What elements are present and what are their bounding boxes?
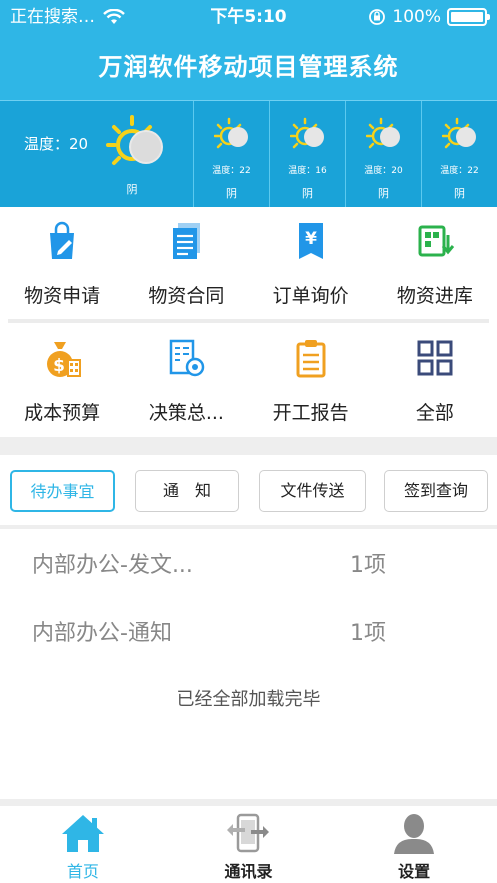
task-list: 内部办公-发文... 1项 内部办公-通知 1项 已经全部加载完毕 — [0, 529, 497, 799]
list-item[interactable]: 内部办公-发文... 1项 — [0, 529, 497, 595]
list-item[interactable]: 内部办公-通知 1项 — [0, 597, 497, 663]
nav-contacts[interactable]: 通讯录 — [166, 806, 332, 883]
feature-item[interactable]: 开工报告 — [249, 324, 373, 436]
feature-item[interactable]: 物资合同 — [124, 207, 248, 319]
clipboard-icon — [296, 340, 326, 378]
nav-home[interactable]: 首页 — [0, 806, 166, 883]
sun-cloud-icon — [290, 117, 324, 149]
forecast-condition: 阴 — [302, 187, 313, 200]
nav-settings-label: 设置 — [398, 862, 431, 881]
feature-row-2: $ 成本预算 决策总... 开工报告 全部 — [0, 324, 497, 436]
app-screen: 正在搜索… 下午5:10 100% 万润软件移动项目管理系统 温度：20 阴 温… — [0, 0, 497, 883]
current-temperature: 温度：20 — [24, 135, 89, 153]
forecast-temperature: 温度：20 — [364, 166, 403, 176]
tab-file-transfer[interactable]: 文件传送 — [259, 470, 366, 512]
sun-cloud-icon — [366, 117, 400, 149]
svg-text:$: $ — [53, 356, 65, 376]
feature-label: 物资合同 — [148, 285, 225, 307]
document-icon — [173, 223, 201, 259]
decision-doc-icon — [170, 339, 205, 377]
bottom-nav: 首页 通讯录 设置 — [0, 806, 497, 883]
task-tabs: 待办事宜通 知文件传送 签到查询 — [0, 455, 497, 525]
sun-cloud-icon — [442, 117, 476, 149]
feature-label: 物资进库 — [396, 285, 473, 307]
storage-icon — [418, 225, 455, 257]
forecast-condition: 阴 — [226, 187, 237, 200]
battery-percent: 100% — [392, 7, 441, 27]
shopping-bag-icon — [50, 221, 75, 259]
list-item-count: 1项 — [350, 553, 386, 578]
feature-item[interactable]: 物资申请 — [0, 207, 124, 319]
tab-todo[interactable]: 待办事宜 — [10, 470, 115, 512]
tab-checkin-query[interactable]: 签到查询 — [384, 470, 488, 512]
feature-grid: 物资申请 物资合同 ¥ 订单询价 物资进库 $ 成本预算 决策总... 开工报告 全部 — [0, 207, 497, 437]
weather-forecast-cell: 温度：20 阴 — [345, 101, 421, 208]
svg-text:¥: ¥ — [305, 229, 317, 249]
list-item-name: 内部办公-通知 — [32, 621, 172, 646]
money-bag-icon: $ — [47, 342, 82, 377]
forecast-condition: 阴 — [378, 187, 389, 200]
feature-label: 成本预算 — [24, 402, 101, 424]
tab-notice[interactable]: 通 知 — [135, 470, 239, 512]
phone-transfer-icon — [227, 813, 270, 853]
forecast-temperature: 温度：16 — [288, 166, 327, 176]
sun-cloud-icon — [106, 115, 163, 165]
feature-item[interactable]: $ 成本预算 — [0, 324, 124, 436]
battery-icon — [447, 8, 490, 26]
weather-current: 温度：20 阴 — [0, 101, 193, 208]
home-icon — [61, 815, 104, 852]
feature-label: 开工报告 — [272, 402, 349, 424]
nav-contacts-label: 通讯录 — [224, 862, 273, 881]
list-item-count: 1项 — [350, 621, 386, 646]
weather-panel: 温度：20 阴 温度：22 阴 温度：16 阴 温度：20 阴 温度：22 阴 — [0, 100, 497, 208]
section-gap — [0, 437, 497, 455]
feature-label: 决策总... — [148, 402, 224, 424]
orientation-lock-icon — [369, 9, 386, 25]
weather-forecast: 温度：22 阴 温度：16 阴 温度：20 阴 温度：22 阴 — [193, 101, 497, 208]
list-item-name: 内部办公-发文... — [32, 553, 193, 578]
yen-document-icon: ¥ — [298, 223, 323, 259]
list-footer: 已经全部加载完毕 — [176, 689, 321, 710]
feature-item[interactable]: 决策总... — [124, 324, 248, 436]
person-icon — [394, 814, 435, 854]
feature-item[interactable]: 全部 — [373, 324, 497, 436]
grid-icon — [417, 340, 453, 376]
forecast-condition: 阴 — [454, 187, 465, 200]
grid-divider — [8, 319, 489, 323]
bottom-divider — [0, 799, 497, 806]
sun-cloud-icon — [214, 117, 248, 149]
nav-home-label: 首页 — [66, 862, 99, 881]
feature-row-1: 物资申请 物资合同 ¥ 订单询价 物资进库 — [0, 207, 497, 319]
weather-forecast-cell: 温度：22 阴 — [421, 101, 497, 208]
weather-forecast-cell: 温度：16 阴 — [269, 101, 345, 208]
forecast-temperature: 温度：22 — [440, 166, 479, 176]
battery-level — [451, 12, 483, 22]
status-right: 100% — [368, 0, 490, 34]
status-bar: 正在搜索… 下午5:10 100% — [0, 0, 497, 34]
feature-item[interactable]: ¥ 订单询价 — [249, 207, 373, 319]
nav-settings[interactable]: 设置 — [331, 806, 497, 883]
feature-label: 全部 — [415, 402, 454, 424]
feature-label: 订单询价 — [272, 285, 349, 307]
current-condition: 阴 — [126, 183, 138, 196]
weather-forecast-cell: 温度：22 阴 — [193, 101, 269, 208]
feature-label: 物资申请 — [24, 285, 101, 307]
feature-item[interactable]: 物资进库 — [373, 207, 497, 319]
page-title: 万润软件移动项目管理系统 — [0, 34, 497, 100]
forecast-temperature: 温度：22 — [212, 166, 251, 176]
